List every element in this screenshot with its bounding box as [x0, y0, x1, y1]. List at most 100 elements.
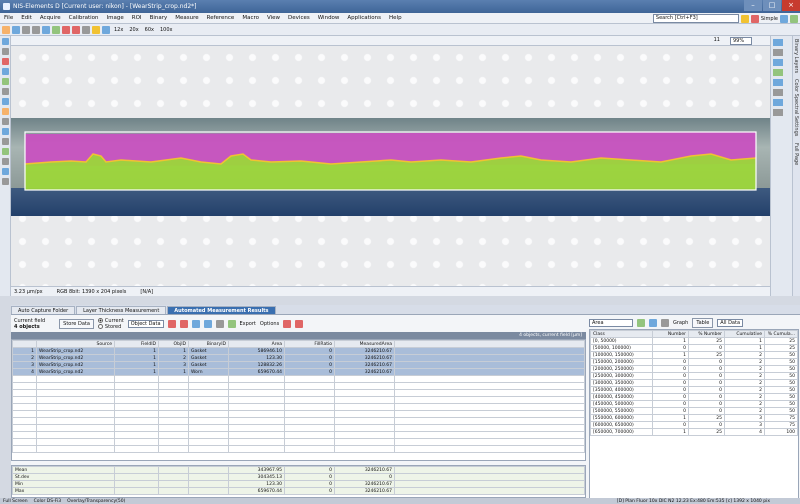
zoom-20x-button[interactable]: 20x [127, 27, 140, 33]
color-icon[interactable] [2, 148, 9, 155]
menu-reference[interactable]: Reference [203, 15, 239, 21]
col-measuredarea[interactable]: MeasuredArea [334, 340, 395, 348]
results-table[interactable]: Source FieldID ObjID BinaryID Area FillR… [11, 339, 586, 461]
table-row[interactable]: 4 WearStrip_crop.nd2 1 1 Worn 659670.44 … [12, 368, 585, 376]
tab-measurement-results[interactable]: Automated Measurement Results [167, 306, 276, 314]
image-canvas[interactable] [11, 46, 770, 286]
full-page-tab[interactable]: Full Page [793, 140, 799, 168]
radio-stored[interactable]: Stored [97, 323, 124, 330]
search-input[interactable]: Search [Ctrl+F3] [652, 14, 739, 23]
menu-devices[interactable]: Devices [284, 15, 314, 21]
hist-row[interactable]: [0, 50000) 1 25 1 25 [590, 337, 798, 345]
channel-icon[interactable] [773, 49, 783, 56]
col-fieldid[interactable]: FieldID [114, 340, 159, 348]
hist-icon[interactable] [773, 89, 783, 96]
col-binaryid[interactable]: BinaryID [188, 340, 229, 348]
options-icon[interactable] [661, 319, 669, 327]
menu-macro[interactable]: Macro [238, 15, 263, 21]
layout-icon[interactable] [750, 14, 759, 23]
col-pct-number[interactable]: % Number [688, 330, 725, 338]
hist-row[interactable]: [300000, 350000) 0 0 2 50 [590, 379, 798, 387]
export-icon[interactable] [227, 319, 236, 328]
menu-file[interactable]: File [0, 15, 17, 21]
annotation-icon[interactable] [2, 108, 9, 115]
zoom-100x-button[interactable]: 100x [158, 27, 175, 33]
col-class[interactable]: Class [590, 330, 653, 338]
refresh-icon[interactable] [283, 319, 292, 328]
binary-layer-icon[interactable] [773, 69, 783, 76]
redo-icon[interactable] [32, 25, 40, 34]
menu-roi[interactable]: ROI [128, 15, 146, 21]
hist-row[interactable]: [250000, 300000) 0 0 2 50 [590, 372, 798, 380]
settings-tool-icon[interactable] [2, 178, 9, 185]
grid-icon[interactable] [2, 128, 9, 135]
col-source[interactable]: Source [36, 340, 115, 348]
hist-row[interactable]: [350000, 400000) 0 0 2 50 [590, 386, 798, 394]
menu-measure[interactable]: Measure [171, 15, 202, 21]
options-menu[interactable]: Options [260, 321, 279, 327]
zoom-select[interactable]: 99% [730, 37, 752, 45]
stop-icon[interactable] [62, 25, 70, 34]
binary-icon[interactable] [2, 88, 9, 95]
statistics-table[interactable]: Mean 343967.95 0 3246210.67 St.dev 30434… [11, 465, 586, 498]
hist-row[interactable]: [400000, 450000) 0 0 2 50 [590, 393, 798, 401]
clear-icon[interactable] [179, 319, 188, 328]
hist-row[interactable]: [50000, 100000) 0 0 1 25 [590, 344, 798, 352]
table-toggle[interactable]: Table [692, 318, 714, 328]
crop-icon[interactable] [2, 138, 9, 145]
threshold-icon[interactable] [2, 78, 9, 85]
export-menu[interactable]: Export [240, 321, 256, 327]
layer-icon[interactable] [2, 98, 9, 105]
col-index[interactable] [12, 340, 37, 348]
objective-icon[interactable] [102, 25, 110, 34]
minimize-button[interactable]: – [744, 0, 762, 11]
stage-icon[interactable] [2, 168, 9, 175]
view-icon[interactable] [773, 99, 783, 106]
table-row[interactable]: 2 WearStrip_crop.nd2 1 2 Gasket 123.30 0… [12, 354, 585, 362]
measure-icon[interactable] [2, 58, 9, 65]
menu-applications[interactable]: Applications [343, 15, 385, 21]
autoexposure-icon[interactable] [92, 25, 100, 34]
menu-window[interactable]: Window [314, 15, 344, 21]
full-screen-button[interactable]: Full Screen [3, 499, 28, 504]
col-pct-cumulative[interactable]: % Cumula... [764, 330, 798, 338]
menu-view[interactable]: View [263, 15, 284, 21]
store-data-button[interactable]: Store Data [59, 318, 94, 329]
color-settings-tab[interactable]: Color Spectral Settings [793, 76, 799, 139]
menu-edit[interactable]: Edit [17, 15, 36, 21]
capture-icon[interactable] [82, 25, 90, 34]
zoom-60x-button[interactable]: 60x [143, 27, 156, 33]
binary-layers-tab[interactable]: Binary Layers [793, 36, 799, 76]
text-icon[interactable] [2, 158, 9, 165]
undo-icon[interactable] [22, 25, 30, 34]
record-icon[interactable] [72, 25, 80, 34]
table-row[interactable]: 3 WearStrip_crop.nd2 1 3 Gasket 128832.2… [12, 361, 585, 369]
hist-row[interactable]: [650000, 700000) 1 25 4 100 [590, 428, 798, 436]
roi-icon[interactable] [2, 68, 9, 75]
help-icon[interactable] [780, 14, 788, 23]
lut-icon[interactable] [773, 39, 783, 46]
col-cumulative[interactable]: Cumulative [724, 330, 765, 338]
hist-row[interactable]: [100000, 150000) 1 25 2 50 [590, 351, 798, 359]
settings-icon[interactable] [790, 14, 798, 23]
col-number[interactable]: Number [652, 330, 689, 338]
hist-row[interactable]: [600000, 650000) 0 0 3 75 [590, 421, 798, 429]
chart-icon[interactable] [637, 319, 645, 327]
hist-row[interactable]: [150000, 200000) 0 0 2 50 [590, 358, 798, 366]
camera-icon[interactable] [42, 25, 50, 34]
pin-icon[interactable] [740, 14, 749, 23]
table-view-icon[interactable] [191, 319, 200, 328]
reset-icon[interactable] [295, 319, 304, 328]
menu-image[interactable]: Image [103, 15, 128, 21]
hist-row[interactable]: [500000, 550000) 0 0 2 50 [590, 407, 798, 415]
zoom-12x-button[interactable]: 12x [112, 27, 125, 33]
zoom-icon[interactable] [2, 48, 9, 55]
col-objid[interactable]: ObjID [158, 340, 189, 348]
columns-icon[interactable] [215, 319, 224, 328]
layout-label[interactable]: Simple [761, 16, 778, 22]
delete-icon[interactable] [167, 319, 176, 328]
info-icon[interactable] [773, 109, 783, 116]
histogram-table[interactable]: Class Number % Number Cumulative % Cumul… [589, 329, 799, 499]
dots-icon[interactable] [649, 319, 657, 327]
tab-auto-capture[interactable]: Auto Capture Folder [11, 306, 76, 314]
